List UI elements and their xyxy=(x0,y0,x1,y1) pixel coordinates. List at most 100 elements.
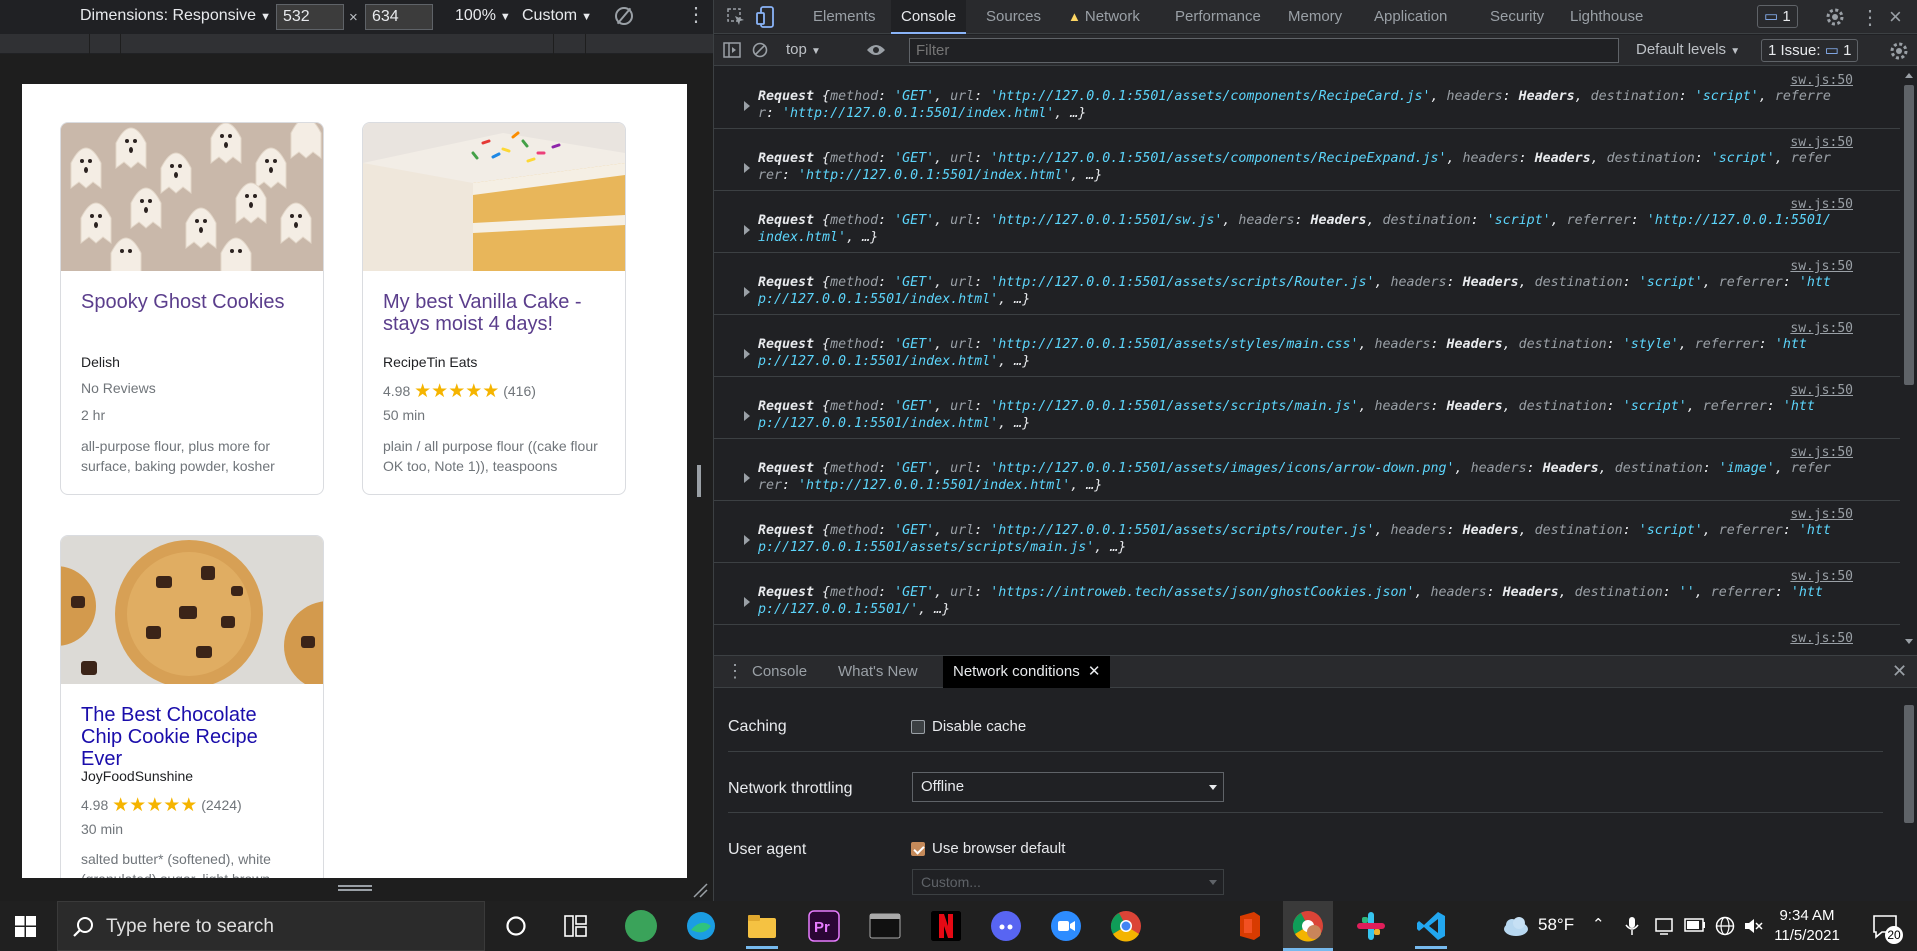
sidebar-toggle-icon[interactable] xyxy=(723,42,741,58)
scroll-up-icon[interactable] xyxy=(1905,73,1913,78)
expand-arrow-icon[interactable] xyxy=(744,411,750,421)
expand-arrow-icon[interactable] xyxy=(744,101,750,111)
battery-icon[interactable] xyxy=(1684,918,1706,932)
disable-cache-checkbox[interactable] xyxy=(911,720,925,734)
netflix-icon[interactable] xyxy=(930,910,962,942)
expand-arrow-icon[interactable] xyxy=(744,349,750,359)
disable-cache-label[interactable]: Disable cache xyxy=(932,718,1026,735)
rotate-icon[interactable] xyxy=(615,7,633,25)
tab-elements[interactable]: Elements xyxy=(813,0,876,34)
drawer-tab-console[interactable]: Console xyxy=(752,656,807,688)
recipe-card[interactable]: My best Vanilla Cake - stays moist 4 day… xyxy=(362,122,626,495)
weather-cloud-icon[interactable] xyxy=(1500,914,1530,938)
close-icon[interactable]: ✕ xyxy=(1088,663,1101,680)
context-selector[interactable]: top ▼ xyxy=(786,41,821,58)
console-entry[interactable]: sw.js:50 Request {method: 'GET', url: 'ht… xyxy=(714,439,1900,501)
task-view-icon[interactable] xyxy=(564,915,588,937)
scrollbar-thumb[interactable] xyxy=(1904,85,1914,385)
recipe-card[interactable]: The Best Chocolate Chip Cookie Recipe Ev… xyxy=(60,535,324,878)
resize-handle-bottom[interactable] xyxy=(338,885,372,891)
cortana-icon[interactable] xyxy=(505,915,527,937)
console-entry[interactable]: sw.js:50 Request {method: 'GET', url: 'ht… xyxy=(714,67,1900,129)
discord-icon[interactable] xyxy=(990,910,1022,942)
office-icon[interactable] xyxy=(1234,910,1266,942)
gear-icon[interactable] xyxy=(1825,7,1845,27)
dimensions-dropdown[interactable]: Dimensions: Responsive ▼ xyxy=(80,7,271,25)
close-icon[interactable]: × xyxy=(1889,4,1902,30)
terminal-icon[interactable] xyxy=(869,910,901,942)
console-entry[interactable]: sw.js:50 Request {method: 'GET', url: 'ht… xyxy=(714,129,1900,191)
zoom-icon[interactable] xyxy=(1050,910,1082,942)
messages-badge[interactable]: ▭ 1 xyxy=(1757,5,1798,28)
premiere-pro-icon[interactable]: Pr xyxy=(808,910,840,942)
chevron-up-icon[interactable]: ⌃ xyxy=(1592,915,1605,933)
use-browser-default-label[interactable]: Use browser default xyxy=(932,840,1065,857)
system-clock[interactable]: 9:34 AM 11/5/2021 xyxy=(1762,906,1852,946)
recipe-card[interactable]: Spooky Ghost Cookies Delish No Reviews 2… xyxy=(60,122,324,495)
source-link[interactable]: sw.js:50 xyxy=(1790,631,1853,646)
throttle-dropdown[interactable]: Custom ▼ xyxy=(522,7,592,25)
source-link[interactable]: sw.js:50 xyxy=(1790,135,1853,150)
taskbar-search[interactable]: Type here to search xyxy=(57,901,485,951)
filter-input[interactable] xyxy=(909,38,1619,63)
file-explorer-icon[interactable] xyxy=(746,910,778,942)
globe-icon[interactable] xyxy=(1715,916,1735,936)
source-link[interactable]: sw.js:50 xyxy=(1790,73,1853,88)
source-link[interactable]: sw.js:50 xyxy=(1790,445,1853,460)
expand-arrow-icon[interactable] xyxy=(744,287,750,297)
console-entry[interactable]: sw.js:50 Request {method: 'GET', url: 'ht… xyxy=(714,501,1900,563)
console-entry[interactable]: sw.js:50 Request {method: 'GET', url: 'ht… xyxy=(714,191,1900,253)
console-entry[interactable]: sw.js:50 xyxy=(714,625,1900,650)
drawer-tab-network-conditions[interactable]: Network conditions ✕ xyxy=(943,656,1111,688)
weather-temperature[interactable]: 58°F xyxy=(1538,915,1574,935)
microphone-icon[interactable] xyxy=(1625,916,1639,936)
tab-performance[interactable]: Performance xyxy=(1175,0,1261,34)
edge-icon[interactable] xyxy=(685,910,717,942)
console-entry[interactable]: sw.js:50 Request {method: 'GET', url: 'ht… xyxy=(714,253,1900,315)
expand-arrow-icon[interactable] xyxy=(744,473,750,483)
drawer-menu-icon[interactable]: ⋮ xyxy=(726,661,744,682)
close-drawer-icon[interactable]: ✕ xyxy=(1892,661,1907,682)
height-input[interactable] xyxy=(365,4,433,30)
chrome-icon[interactable] xyxy=(1110,910,1142,942)
inspect-element-icon[interactable] xyxy=(727,8,745,26)
source-link[interactable]: sw.js:50 xyxy=(1790,507,1853,522)
windows-start-icon[interactable] xyxy=(15,916,36,937)
more-options-icon[interactable]: ⋮ xyxy=(686,5,706,25)
gear-icon[interactable] xyxy=(1889,41,1909,61)
use-browser-default-checkbox[interactable] xyxy=(911,842,925,856)
source-link[interactable]: sw.js:50 xyxy=(1790,383,1853,398)
tab-sources[interactable]: Sources xyxy=(986,0,1041,34)
drawer-tab-whats-new[interactable]: What's New xyxy=(838,656,918,688)
tab-network[interactable]: ▲ Network xyxy=(1068,0,1140,34)
tab-security[interactable]: Security xyxy=(1490,0,1544,34)
tab-application[interactable]: Application xyxy=(1374,0,1447,34)
width-input[interactable] xyxy=(276,4,344,30)
eye-icon[interactable] xyxy=(866,43,886,57)
vscode-icon[interactable] xyxy=(1415,910,1447,942)
slack-icon[interactable] xyxy=(1355,910,1387,942)
scroll-down-icon[interactable] xyxy=(1905,639,1913,644)
console-scrollbar[interactable] xyxy=(1900,67,1917,650)
expand-arrow-icon[interactable] xyxy=(744,535,750,545)
source-link[interactable]: sw.js:50 xyxy=(1790,259,1853,274)
source-link[interactable]: sw.js:50 xyxy=(1790,569,1853,584)
more-options-icon[interactable]: ⋮ xyxy=(1860,5,1880,30)
console-entry[interactable]: sw.js:50 Request {method: 'GET', url: 'ht… xyxy=(714,563,1900,625)
speaker-muted-icon[interactable] xyxy=(1743,917,1763,935)
resize-corner-icon[interactable] xyxy=(692,882,708,898)
issues-badge[interactable]: 1 Issue: ▭ 1 xyxy=(1761,39,1859,62)
expand-arrow-icon[interactable] xyxy=(744,225,750,235)
expand-arrow-icon[interactable] xyxy=(744,163,750,173)
resize-handle-right[interactable] xyxy=(697,465,701,497)
device-toolbar-icon[interactable] xyxy=(756,6,776,28)
recipe-title[interactable]: My best Vanilla Cake - stays moist 4 day… xyxy=(363,271,625,335)
green-app-icon[interactable] xyxy=(625,910,657,942)
expand-arrow-icon[interactable] xyxy=(744,597,750,607)
chrome-profile-icon[interactable] xyxy=(1292,910,1324,942)
scrollbar-thumb[interactable] xyxy=(1904,705,1914,823)
tab-lighthouse[interactable]: Lighthouse xyxy=(1570,0,1643,34)
throttling-select[interactable]: Offline xyxy=(912,772,1224,802)
recipe-title[interactable]: The Best Chocolate Chip Cookie Recipe Ev… xyxy=(61,684,323,770)
recipe-title[interactable]: Spooky Ghost Cookies xyxy=(61,271,323,313)
